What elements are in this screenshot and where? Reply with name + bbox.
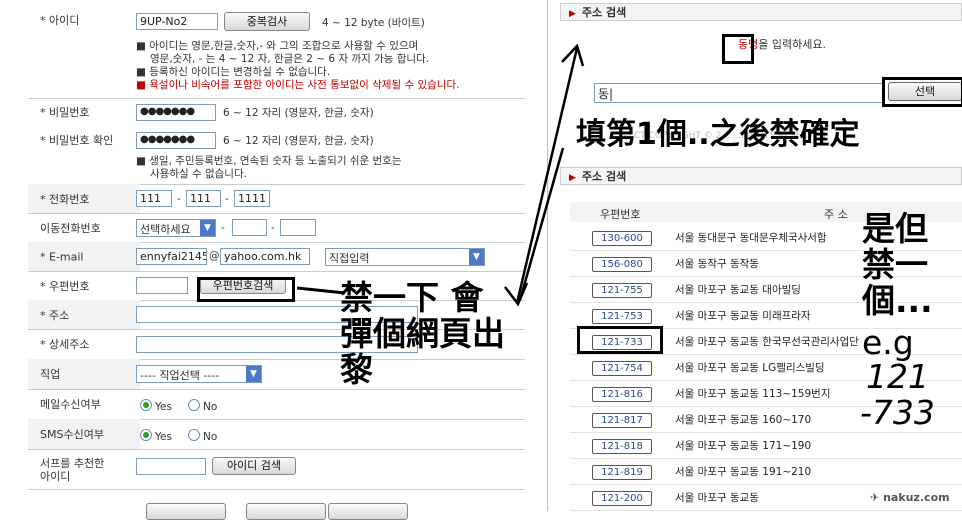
annotation-but-6: -733	[860, 393, 935, 432]
annotation-click-popup-2: 彈個網頁出	[340, 314, 505, 353]
annotation-but-3: 個...	[862, 281, 933, 320]
watermark: ✈ nakuz.com	[870, 491, 950, 504]
annotation-but-1: 是但	[862, 209, 928, 248]
annotation-click-popup-3: 黎	[340, 350, 373, 389]
annotation-arrows	[296, 43, 585, 307]
annotation-click-popup-1: 禁一下 會	[340, 278, 484, 317]
arrow-line-up	[515, 47, 579, 304]
annotation-fill-first: 填第1個..之後禁確定	[576, 117, 860, 152]
watermark-text: nakuz.com	[883, 491, 950, 504]
annotation-but-2: 禁一	[862, 245, 928, 284]
arrow-line-zip	[296, 286, 346, 295]
annotation-but-4: e.g	[862, 323, 914, 362]
annotation-but-5: 121	[866, 357, 929, 396]
nakuz-logo-icon: ✈	[870, 491, 880, 504]
arrow-line-down	[518, 147, 565, 301]
